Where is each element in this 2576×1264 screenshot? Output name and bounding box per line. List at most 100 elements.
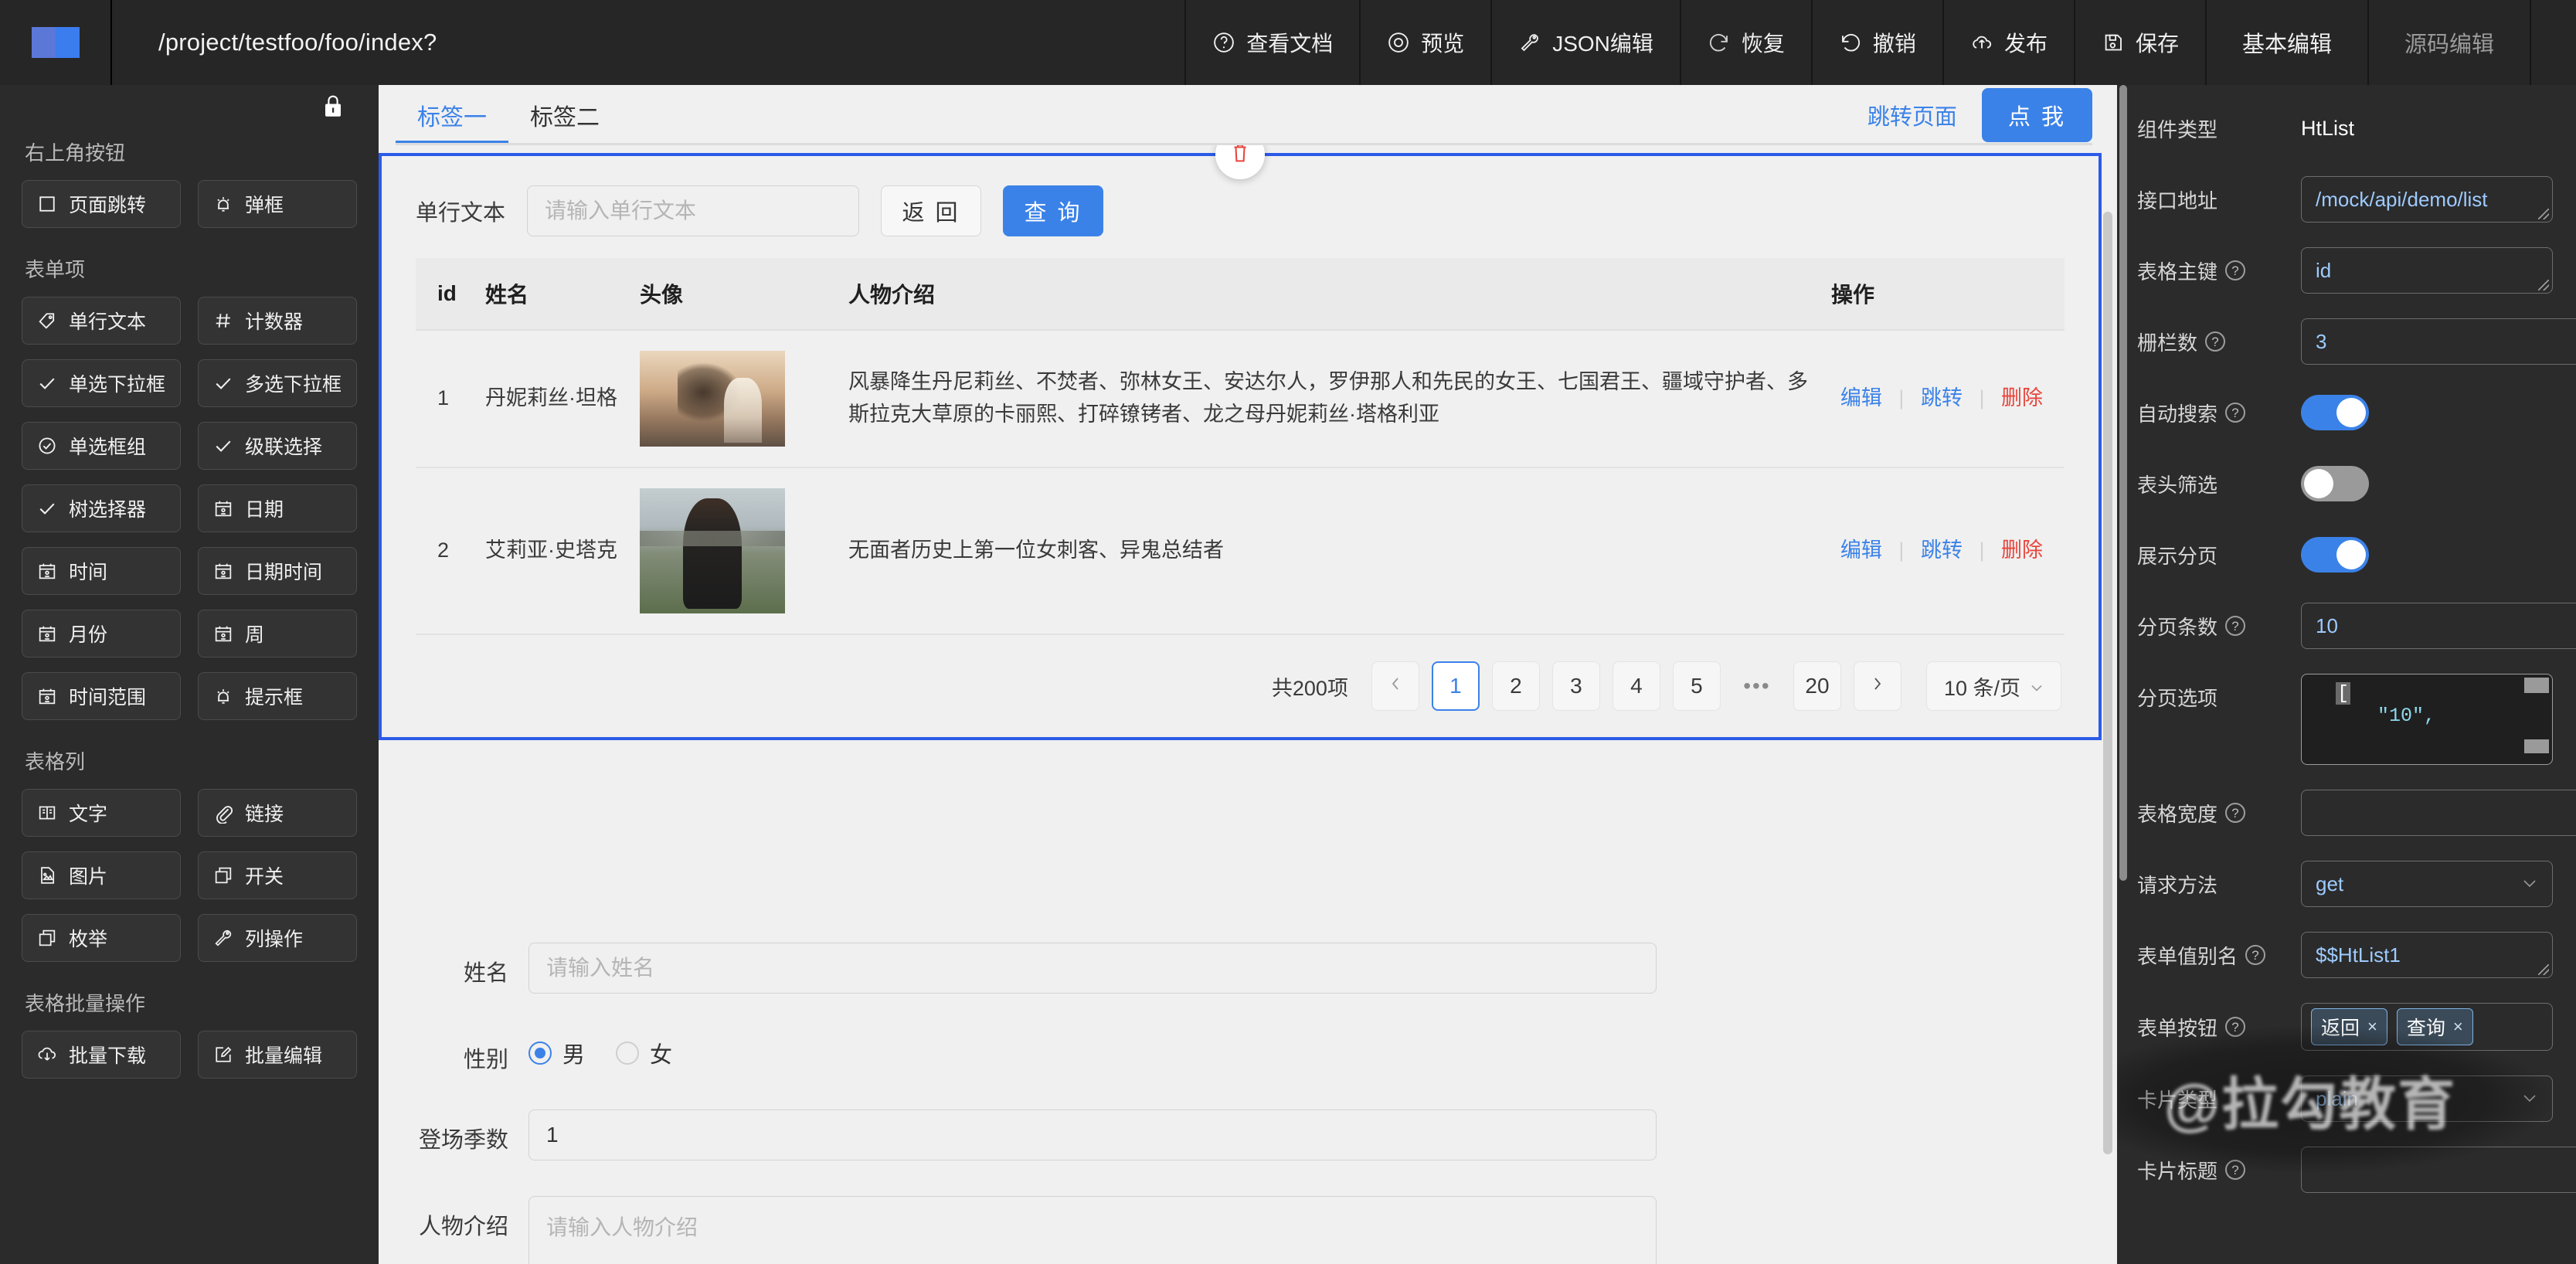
- row-delete-link[interactable]: 删除: [2001, 539, 2043, 562]
- page-size-input[interactable]: [2301, 603, 2576, 649]
- form-label-gender: 性别: [413, 1029, 528, 1074]
- htlist-selected-card[interactable]: 单行文本 返 回 查 询 id 姓名 头像 人物介绍: [379, 153, 2102, 740]
- form-button-tag-query[interactable]: 查询 ×: [2397, 1008, 2473, 1045]
- pagination-page-4[interactable]: 4: [1613, 661, 1660, 711]
- help-icon[interactable]: ?: [2225, 403, 2245, 423]
- auto-search-toggle[interactable]: [2301, 395, 2369, 430]
- row-edit-link[interactable]: 编辑: [1840, 539, 1882, 562]
- canvas-vertical-scrollbar[interactable]: [2103, 212, 2112, 1154]
- palette-item-single-line-text[interactable]: 单行文本: [22, 297, 181, 345]
- help-icon[interactable]: ?: [2245, 945, 2265, 965]
- lock-icon[interactable]: [321, 93, 345, 123]
- table-row[interactable]: 2 艾莉亚·史塔克 无面者历史上第一位女刺客、异鬼总结者 编辑 | 跳转: [416, 467, 2065, 634]
- pagination-page-3[interactable]: 3: [1552, 661, 1600, 711]
- jump-page-link[interactable]: 跳转页面: [1867, 99, 1957, 131]
- code-scrollbar-top[interactable]: [2524, 678, 2549, 693]
- help-icon[interactable]: ?: [2225, 1160, 2245, 1180]
- form-value-alias-input[interactable]: [2301, 932, 2553, 978]
- table-key-input[interactable]: [2301, 247, 2553, 294]
- gender-option-male[interactable]: 男: [528, 1037, 585, 1069]
- header-filter-toggle[interactable]: [2301, 466, 2369, 501]
- row-jump-link[interactable]: 跳转: [1921, 539, 1963, 562]
- card-type-select[interactable]: plain: [2301, 1075, 2553, 1122]
- publish-button[interactable]: 发布: [1942, 0, 2074, 85]
- save-button[interactable]: 保存: [2074, 0, 2205, 85]
- help-icon[interactable]: ?: [2205, 331, 2225, 352]
- pagination-page-1[interactable]: 1: [1432, 661, 1480, 711]
- view-doc-button[interactable]: 查看文档: [1184, 0, 1359, 85]
- help-icon[interactable]: ?: [2225, 616, 2245, 636]
- gender-option-female[interactable]: 女: [616, 1037, 672, 1069]
- pagination-next-button[interactable]: [1854, 661, 1901, 711]
- tab-label-two[interactable]: 标签二: [508, 85, 621, 145]
- api-url-input[interactable]: [2301, 176, 2553, 223]
- card-title-input[interactable]: [2301, 1147, 2576, 1193]
- help-icon[interactable]: ?: [2225, 260, 2245, 280]
- table-row[interactable]: 1 丹妮莉丝·坦格 风暴降生丹尼莉丝、不焚者、弥林女王、安达尔人，罗伊那人和先民…: [416, 330, 2065, 467]
- palette-item-batch-download[interactable]: 批量下载: [22, 1031, 181, 1079]
- palette-item-date[interactable]: 日期: [198, 484, 357, 532]
- redo-button[interactable]: 恢复: [1680, 0, 1811, 85]
- palette-item-column-operations[interactable]: 列操作: [198, 914, 357, 962]
- tab-basic-edit[interactable]: 基本编辑: [2205, 0, 2367, 85]
- code-scrollbar-bottom[interactable]: [2524, 739, 2549, 753]
- pagination-last-page[interactable]: 20: [1793, 661, 1841, 711]
- form-buttons-tag-list[interactable]: 返回 × 查询 ×: [2301, 1003, 2553, 1051]
- help-icon[interactable]: ?: [2225, 1017, 2245, 1037]
- palette-item-tooltip[interactable]: 提示框: [198, 672, 357, 720]
- row-jump-link[interactable]: 跳转: [1921, 386, 1963, 409]
- back-button[interactable]: 返 回: [881, 185, 981, 236]
- cell-operations: 编辑 | 跳转 | 删除: [1810, 330, 2065, 467]
- pagination-page-2[interactable]: 2: [1492, 661, 1540, 711]
- show-pagination-toggle[interactable]: [2301, 537, 2369, 573]
- palette-item-single-select[interactable]: 单选下拉框: [22, 359, 181, 407]
- tab-label-one[interactable]: 标签一: [396, 85, 508, 145]
- close-icon[interactable]: ×: [2367, 1017, 2377, 1037]
- request-method-select[interactable]: get: [2301, 861, 2553, 907]
- palette-item-time-range[interactable]: 时间范围: [22, 672, 181, 720]
- palette-item-datetime[interactable]: 日期时间: [198, 547, 357, 595]
- gender-option-female-label: 女: [650, 1037, 672, 1069]
- palette-item-enum-column[interactable]: 枚举: [22, 914, 181, 962]
- form-button-tag-back[interactable]: 返回 ×: [2311, 1008, 2387, 1045]
- palette-item-week[interactable]: 周: [198, 610, 357, 657]
- palette-item-cascader[interactable]: 级联选择: [198, 422, 357, 470]
- page-options-code-editor[interactable]: [ "10",: [2301, 674, 2553, 765]
- palette-item-link-column[interactable]: 链接: [198, 789, 357, 837]
- palette-item-text-column[interactable]: 文字: [22, 789, 181, 837]
- palette-item-image-column[interactable]: 图片: [22, 851, 181, 899]
- palette-item-batch-edit[interactable]: 批量编辑: [198, 1031, 357, 1079]
- click-me-button[interactable]: 点 我: [1982, 88, 2092, 142]
- palette-item-switch-column[interactable]: 开关: [198, 851, 357, 899]
- palette-item-radio-group[interactable]: 单选框组: [22, 422, 181, 470]
- pagination-page-5[interactable]: 5: [1673, 661, 1721, 711]
- app-logo[interactable]: [0, 0, 112, 85]
- preview-button[interactable]: 预览: [1359, 0, 1490, 85]
- palette-item-multi-select[interactable]: 多选下拉框: [198, 359, 357, 407]
- pagination-page-size-select[interactable]: 10 条/页: [1926, 661, 2061, 711]
- name-input[interactable]: [528, 943, 1657, 994]
- row-edit-link[interactable]: 编辑: [1840, 386, 1882, 409]
- table-width-input[interactable]: [2301, 790, 2576, 836]
- properties-vertical-scrollbar[interactable]: [2119, 85, 2127, 881]
- palette-item-counter[interactable]: 计数器: [198, 297, 357, 345]
- season-input[interactable]: [528, 1109, 1657, 1160]
- query-button[interactable]: 查 询: [1003, 185, 1103, 236]
- help-icon[interactable]: ?: [2225, 803, 2245, 823]
- undo-button[interactable]: 撤销: [1811, 0, 1942, 85]
- prop-card-type: 卡片类型 plain: [2137, 1075, 2553, 1122]
- row-delete-link[interactable]: 删除: [2001, 386, 2043, 409]
- palette-item-month[interactable]: 月份: [22, 610, 181, 657]
- palette-item-time[interactable]: 时间: [22, 547, 181, 595]
- pagination-prev-button[interactable]: [1371, 661, 1419, 711]
- palette-item-tree-select[interactable]: 树选择器: [22, 484, 181, 532]
- grid-count-input[interactable]: [2301, 318, 2576, 365]
- pagination-ellipsis[interactable]: •••: [1733, 661, 1781, 711]
- tab-source-edit[interactable]: 源码编辑: [2367, 0, 2530, 85]
- search-input[interactable]: [527, 185, 859, 236]
- close-icon[interactable]: ×: [2453, 1017, 2463, 1037]
- intro-textarea[interactable]: [528, 1196, 1657, 1264]
- palette-item-modal[interactable]: 弹框: [198, 180, 357, 228]
- json-edit-button[interactable]: JSON编辑: [1490, 0, 1680, 85]
- palette-item-page-jump[interactable]: 页面跳转: [22, 180, 181, 228]
